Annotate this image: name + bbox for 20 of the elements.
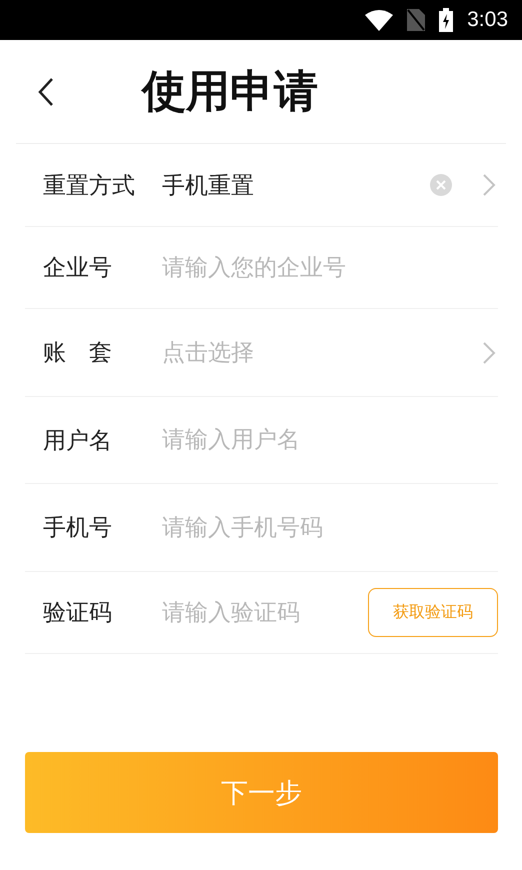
input-field[interactable]: 请输入手机号码	[162, 514, 498, 540]
input-field[interactable]: 请输入您的企业号	[162, 254, 498, 280]
field-value[interactable]: 手机重置	[162, 170, 430, 200]
no-sim-icon	[407, 9, 426, 31]
field-label: 用户名	[43, 426, 113, 456]
next-button[interactable]: 下一步	[25, 752, 498, 833]
input-field[interactable]: 请输入用户名	[162, 427, 498, 453]
field-label: 验证码	[43, 599, 113, 628]
battery-charging-icon	[439, 8, 454, 32]
input-field[interactable]: 请输入验证码	[162, 600, 368, 626]
back-icon	[38, 76, 54, 106]
status-time: 3:03	[467, 8, 508, 32]
page-title: 使用申请	[142, 65, 318, 119]
field-label: 手机号	[43, 514, 113, 543]
get-code-button[interactable]: 获取验证码	[368, 588, 498, 637]
field-label: 企业号	[43, 254, 113, 283]
wifi-icon	[365, 9, 394, 31]
field-label: 重置方式	[43, 172, 136, 200]
input-field[interactable]: 点击选择	[162, 340, 482, 366]
field-label: 账 套	[43, 339, 113, 368]
